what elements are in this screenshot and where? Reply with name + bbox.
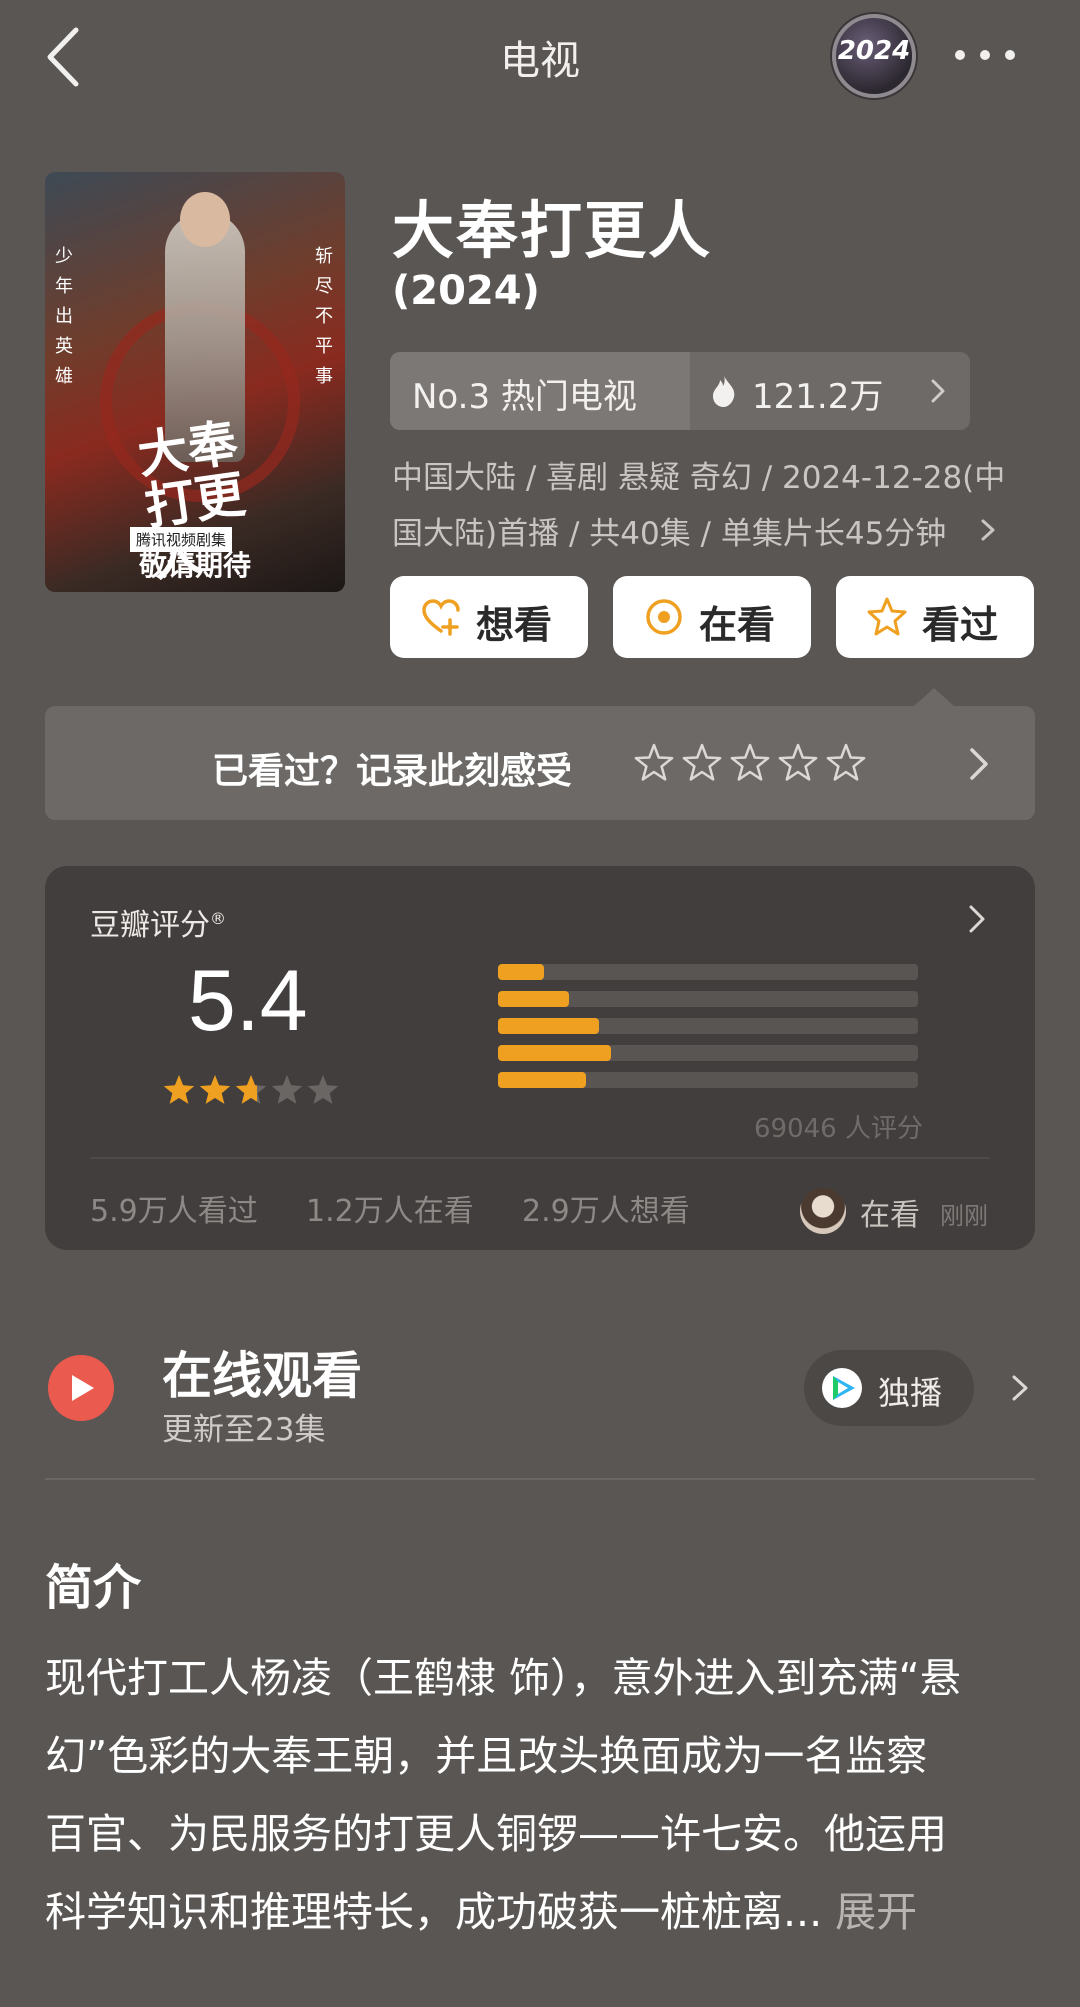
target-icon: [646, 599, 682, 635]
play-icon[interactable]: [48, 1355, 114, 1421]
rating-star: [271, 1075, 303, 1104]
friend-avatar[interactable]: [800, 1188, 846, 1234]
distribution-bar: [498, 1045, 612, 1061]
divider: [90, 1157, 990, 1159]
heat-value: 121.2万: [752, 377, 884, 417]
online-watch-subtitle: 更新至23集: [162, 1412, 326, 1448]
distribution-track: [498, 1018, 918, 1034]
intro-line: 幻”色彩的大奉王朝，并且改头换面成为一名监察: [45, 1732, 928, 1780]
distribution-bar: [498, 991, 570, 1007]
want-label: 想看: [476, 603, 553, 647]
chevron-right-icon: [931, 379, 945, 403]
poster-image[interactable]: 少年出英雄 斩尽不平事 大奉打更人 腾讯视频剧集 敬请期待: [45, 172, 345, 592]
distribution-row: [378, 1043, 918, 1063]
rating-score: 5.4: [188, 953, 308, 1049]
rating-stars-icon: [163, 1075, 339, 1104]
year-badge-icon[interactable]: 2024: [832, 14, 916, 98]
rating-star: [199, 1075, 231, 1104]
friend-time: 刚刚: [940, 1202, 988, 1230]
page-title: 电视: [500, 38, 580, 84]
meta-chevron-icon: [981, 519, 995, 541]
distribution-bar: [498, 1018, 599, 1034]
want-to-watch-button[interactable]: 想看: [390, 576, 588, 658]
record-prompt: 已看过？记录此刻感受: [212, 751, 573, 792]
show-year: (2024): [392, 268, 540, 314]
watching-button[interactable]: 在看: [613, 576, 811, 658]
exclusive-label: 独播: [878, 1374, 943, 1412]
intro-line: 科学知识和推理特长，成功破获一桩桩离... 展开: [45, 1888, 918, 1936]
watching-label: 在看: [699, 603, 776, 647]
record-notch: [914, 688, 954, 706]
meta-line-1[interactable]: 中国大陆 / 喜剧 悬疑 奇幻 / 2024-12-28(中: [392, 452, 1005, 497]
intro-line: 百官、为民服务的打更人铜锣——许七安。他运用: [45, 1810, 947, 1858]
watched-label: 看过: [922, 603, 999, 647]
online-chevron-icon[interactable]: [1010, 1372, 1030, 1404]
distribution-row: [378, 962, 918, 982]
distribution-row: [378, 1016, 918, 1036]
want-count[interactable]: 2.9万人想看: [522, 1186, 690, 1230]
distribution-track: [498, 1072, 918, 1088]
record-chevron-icon: [970, 748, 988, 780]
distribution-bar: [498, 1072, 587, 1088]
distribution-track: [498, 991, 918, 1007]
watched-count[interactable]: 5.9万人看过: [90, 1186, 258, 1230]
intro-line: 现代打工人杨凌（王鹤棣 饰），意外进入到充满“悬: [45, 1654, 961, 1702]
rank-pill[interactable]: No.3 热门电视 121.2万: [390, 352, 970, 430]
distribution-track: [498, 964, 918, 980]
star-outline-icon: [634, 743, 674, 781]
intro-title: 简介: [45, 1560, 142, 1616]
tencent-video-logo-icon: [822, 1368, 862, 1408]
exclusive-badge[interactable]: 独播: [804, 1350, 974, 1426]
expand-link[interactable]: 展开: [835, 1888, 917, 1936]
more-icon[interactable]: [950, 42, 1020, 68]
rating-star: [163, 1075, 195, 1104]
rating-count: 69046 人评分: [754, 1114, 923, 1144]
watching-count[interactable]: 1.2万人在看: [306, 1186, 474, 1230]
meta-line-2[interactable]: 国大陆)首播 / 共40集 / 单集片长45分钟: [392, 508, 946, 553]
star-outline-icon: [682, 743, 722, 781]
rate-stars-icon[interactable]: [632, 742, 868, 786]
star-outline-icon: [826, 743, 866, 781]
distribution-track: [498, 1045, 918, 1061]
distribution-bar: [498, 964, 545, 980]
rating-star: [235, 1075, 267, 1104]
show-title: 大奉打更人: [392, 194, 713, 267]
heart-plus-icon: [422, 599, 460, 636]
star-outline-icon: [730, 743, 770, 781]
rank-label: No.3 热门电视: [412, 377, 637, 417]
rating-star: [307, 1075, 339, 1104]
divider: [45, 1478, 1035, 1480]
friend-status: 在看: [860, 1198, 920, 1233]
douban-rating-label: 豆瓣评分®: [90, 908, 226, 943]
watched-button[interactable]: 看过: [836, 576, 1034, 658]
star-outline-icon: [867, 597, 907, 636]
distribution-row: [378, 989, 918, 1009]
online-watch-title[interactable]: 在线观看: [162, 1336, 362, 1408]
rating-chevron-icon: [969, 905, 985, 933]
flame-icon: [713, 376, 735, 407]
star-outline-icon: [778, 743, 818, 781]
distribution-row: [378, 1070, 918, 1090]
